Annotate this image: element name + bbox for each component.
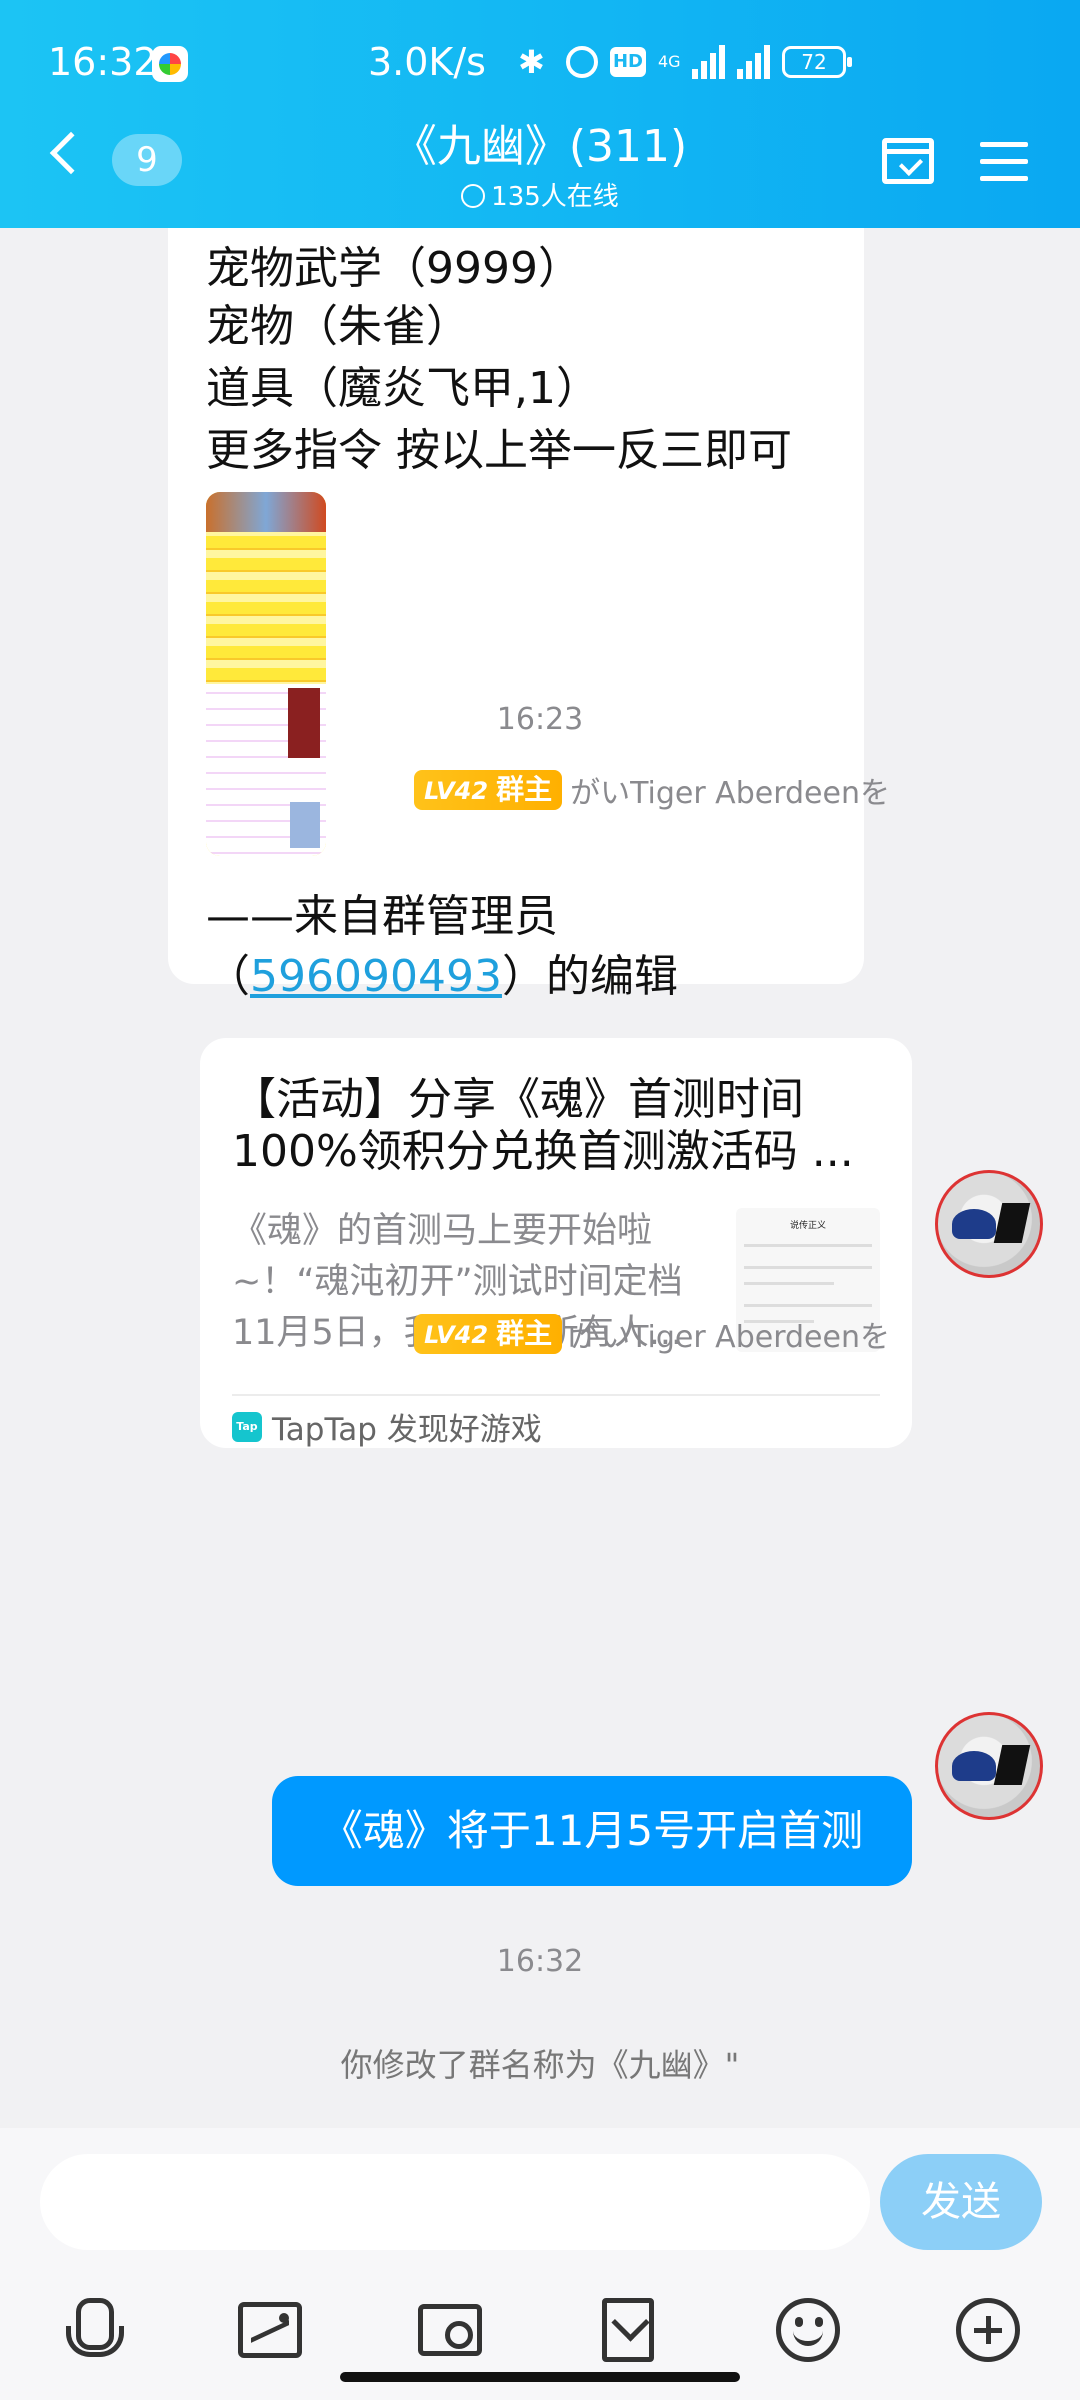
card-title-line: 100%领积分兑换首测激活码 ... (232, 1126, 854, 1177)
card-desc-line: ~！“魂沌初开”测试时间定档 (232, 1262, 683, 1302)
menu-icon[interactable] (980, 142, 1028, 182)
role-badge: LV42 群主 (414, 1314, 563, 1354)
emoji-icon[interactable] (776, 2298, 840, 2362)
sender-name[interactable]: がいTiger Aberdeenを (570, 1312, 890, 1356)
card-title-line: 【活动】分享《魂》首测时间 (232, 1074, 804, 1125)
timestamp: 16:32 (496, 1944, 584, 1979)
red-packet-icon[interactable] (602, 2298, 654, 2362)
level-label: LV42 (424, 1321, 489, 1349)
calendar-check-icon[interactable] (882, 138, 934, 184)
plus-icon[interactable] (956, 2298, 1020, 2362)
message-line-editor: （596090493）的编辑 (206, 940, 678, 1004)
message-line: 道具（魔炎飞甲,1） (206, 363, 600, 414)
message-line: 更多指令 按以上举一反三即可 (206, 425, 792, 476)
message-line: ——来自群管理员 (206, 891, 558, 942)
avatar[interactable] (935, 1170, 1043, 1278)
system-notice: 你修改了群名称为《九幽》" (340, 2046, 740, 2084)
home-indicator[interactable] (340, 2372, 740, 2382)
status-icons: ✱ HD 4G 72 (518, 43, 852, 81)
paren-open: （ (206, 951, 250, 1002)
message-image[interactable] (206, 492, 326, 856)
microphone-icon[interactable] (58, 2298, 124, 2362)
message-bubble-commands[interactable]: 宠物武学（9999） 宠物（朱雀） 道具（魔炎飞甲,1） 更多指令 按以上举一反… (168, 228, 864, 1002)
shared-link-card[interactable]: 【活动】分享《魂》首测时间 100%领积分兑换首测激活码 ... 《魂》的首测马… (200, 1038, 912, 1448)
thumbnail-title: 说传正义 (789, 1221, 826, 1231)
status-bar: 16:32 3.0K/s ✱ HD 4G 72 (0, 36, 1080, 92)
camera-icon[interactable] (418, 2304, 482, 2356)
send-button[interactable]: 发送 (880, 2154, 1042, 2250)
signal-icon (692, 45, 725, 79)
card-divider (232, 1394, 880, 1396)
sender-row: LV42 群主 がいTiger Aberdeenを (414, 1312, 890, 1356)
taptap-icon: Tap (232, 1411, 262, 1442)
chat-area[interactable]: 宠物武学（9999） 宠物（朱雀） 道具（魔炎飞甲,1） 更多指令 按以上举一反… (0, 228, 1080, 2128)
card-title: 【活动】分享《魂》首测时间 100%领积分兑换首测激活码 ... (232, 1074, 862, 1178)
card-source: Tap TapTap 发现好游戏 (232, 1404, 542, 1449)
card-source-label: TapTap 发现好游戏 (272, 1412, 542, 1448)
input-area: 发送 (0, 2128, 1080, 2400)
message-line: 宠物（朱雀） (206, 301, 470, 352)
online-text: 135人在线 (491, 182, 619, 212)
app-notification-icon (152, 46, 188, 82)
alarm-icon (566, 46, 598, 78)
admin-id-link[interactable]: 596090493 (250, 951, 502, 1002)
avatar[interactable] (935, 1712, 1043, 1820)
online-icon (461, 184, 486, 208)
role-badge: LV42 群主 (414, 770, 563, 810)
photo-icon[interactable] (238, 2302, 302, 2358)
role-label: 群主 (496, 1317, 553, 1350)
battery-icon: 72 (782, 46, 852, 78)
sender-row: LV42 群主 がいTiger Aberdeenを (414, 768, 890, 812)
hd-icon: HD (610, 47, 646, 77)
bluetooth-icon: ✱ (518, 43, 545, 81)
message-bubble-text[interactable]: 《魂》将于11月5号开启首测 (272, 1776, 912, 1886)
message-line: 宠物武学（9999） (206, 243, 582, 294)
network-type: 4G (658, 52, 681, 71)
status-time: 16:32 (48, 40, 158, 84)
role-label: 群主 (496, 773, 553, 806)
level-label: LV42 (424, 777, 489, 805)
header: 16:32 3.0K/s ✱ HD 4G 72 9 《九幽》(311) 135人… (0, 0, 1080, 228)
editor-suffix: ）的编辑 (501, 951, 678, 1002)
sender-name[interactable]: がいTiger Aberdeenを (570, 768, 890, 812)
card-desc-line: 《魂》的首测马上要开始啦 (232, 1211, 653, 1251)
network-speed: 3.0K/s (368, 40, 486, 84)
signal-icon-2 (737, 45, 770, 79)
timestamp: 16:23 (496, 702, 584, 737)
message-input[interactable] (40, 2154, 870, 2250)
